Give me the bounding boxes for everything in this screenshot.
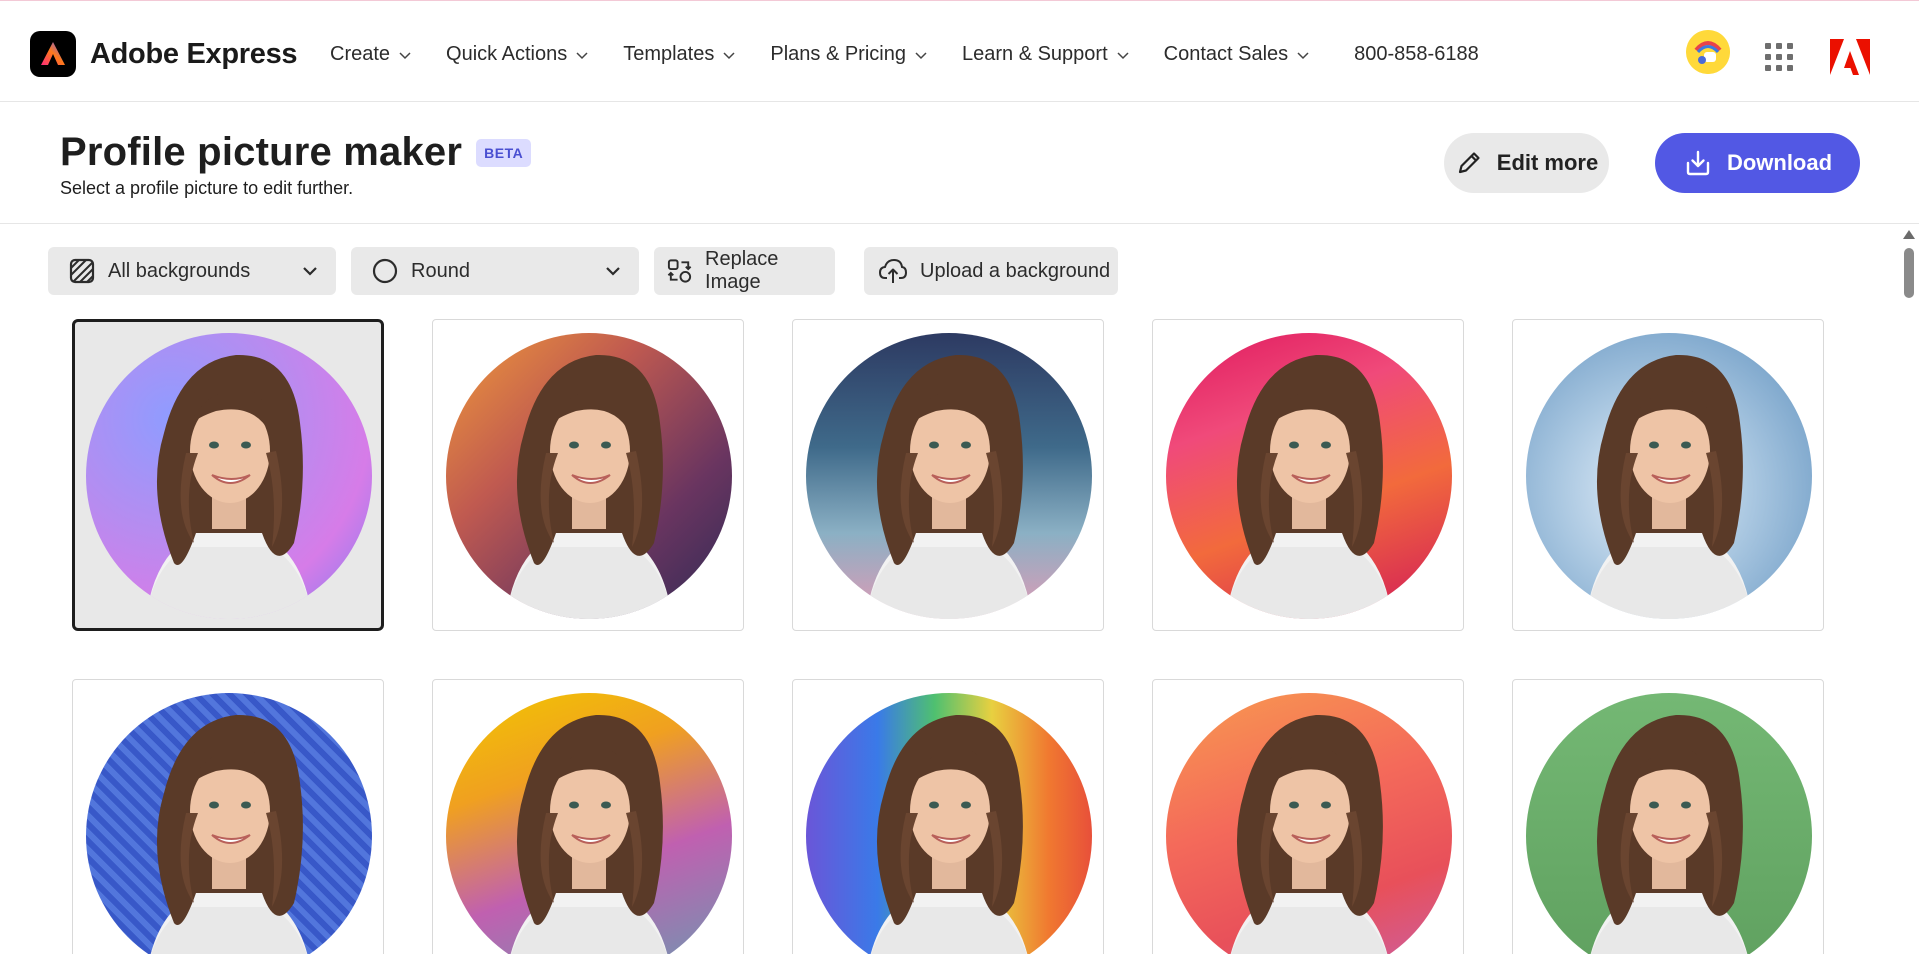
shape-select-value: Round <box>411 260 470 283</box>
profile-portrait <box>446 693 732 954</box>
background-select-value: All backgrounds <box>108 260 250 283</box>
profile-picture-grid <box>72 319 1832 954</box>
nav-item-label: Learn & Support <box>962 43 1108 66</box>
primary-nav: Create Quick Actions Templates Plans & P… <box>330 43 1479 66</box>
adobe-express-logo-icon <box>30 31 76 77</box>
person-portrait-icon <box>1166 333 1452 619</box>
beta-badge: BETA <box>476 139 531 167</box>
avatar-illustration-icon <box>1686 30 1730 74</box>
profile-card-steel-blue-studio[interactable] <box>1512 319 1824 631</box>
scroll-up-arrow-icon[interactable] <box>1903 230 1915 239</box>
profile-portrait <box>1526 693 1812 954</box>
nav-item-label: Plans & Pricing <box>770 43 906 66</box>
app-switcher-icon[interactable] <box>1765 43 1793 71</box>
profile-portrait <box>806 333 1092 619</box>
nav-item-label: Contact Sales <box>1164 43 1289 66</box>
replace-image-label: Replace Image <box>705 248 835 294</box>
profile-portrait <box>1166 693 1452 954</box>
person-portrait-icon <box>1526 333 1812 619</box>
profile-card-peach-coral[interactable] <box>1152 679 1464 954</box>
edit-more-button[interactable]: Edit more <box>1444 133 1609 193</box>
person-portrait-icon <box>806 693 1092 954</box>
chevron-down-icon <box>1296 48 1310 62</box>
chevron-down-icon <box>398 48 412 62</box>
chevron-down-icon <box>1116 48 1130 62</box>
chevron-down-icon <box>302 264 318 278</box>
scroll-thumb[interactable] <box>1904 248 1914 298</box>
profile-portrait <box>86 693 372 954</box>
replace-image-button[interactable]: Replace Image <box>654 247 835 295</box>
person-portrait-icon <box>1166 693 1452 954</box>
brand-name: Adobe Express <box>90 38 297 71</box>
nav-item-quick-actions[interactable]: Quick Actions <box>446 43 589 66</box>
background-select[interactable]: All backgrounds <box>48 247 336 295</box>
circle-shape-icon <box>371 257 399 285</box>
vertical-scrollbar[interactable] <box>1899 228 1919 954</box>
person-portrait-icon <box>806 333 1092 619</box>
shape-select[interactable]: Round <box>351 247 639 295</box>
phone-number-link[interactable]: 800-858-6188 <box>1354 43 1479 66</box>
nav-item-plans-pricing[interactable]: Plans & Pricing <box>770 43 928 66</box>
profile-card-orange-purple-grain[interactable] <box>432 319 744 631</box>
adobe-logo-icon[interactable] <box>1830 39 1870 75</box>
profile-card-navy-pink-grain[interactable] <box>792 319 1104 631</box>
upload-background-button[interactable]: Upload a background <box>864 247 1118 295</box>
pencil-icon <box>1455 149 1483 177</box>
profile-portrait <box>1166 333 1452 619</box>
user-avatar[interactable] <box>1686 30 1730 74</box>
nav-item-label: Create <box>330 43 390 66</box>
cloud-upload-icon <box>878 257 908 285</box>
page-title: Profile picture maker <box>60 130 462 175</box>
chevron-down-icon <box>575 48 589 62</box>
download-label: Download <box>1727 150 1832 176</box>
chevron-down-icon <box>914 48 928 62</box>
upload-background-label: Upload a background <box>920 260 1110 283</box>
nav-item-label: Templates <box>623 43 714 66</box>
person-portrait-icon <box>1526 693 1812 954</box>
profile-portrait <box>86 333 372 619</box>
profile-card-yellow-purple-teal[interactable] <box>432 679 744 954</box>
nav-item-learn-support[interactable]: Learn & Support <box>962 43 1130 66</box>
nav-item-contact-sales[interactable]: Contact Sales <box>1164 43 1311 66</box>
profile-card-rainbow-vertical[interactable] <box>792 679 1104 954</box>
profile-card-green-solid[interactable] <box>1512 679 1824 954</box>
chevron-down-icon <box>722 48 736 62</box>
page-subtitle: Select a profile picture to edit further… <box>60 178 353 199</box>
profile-portrait <box>806 693 1092 954</box>
nav-item-templates[interactable]: Templates <box>623 43 736 66</box>
edit-more-label: Edit more <box>1497 150 1598 176</box>
person-portrait-icon <box>86 693 372 954</box>
profile-card-blue-knit[interactable] <box>72 679 384 954</box>
download-button[interactable]: Download <box>1655 133 1860 193</box>
brand[interactable]: Adobe Express <box>30 31 297 77</box>
title-row: Profile picture maker BETA <box>60 130 531 175</box>
download-icon <box>1683 148 1713 178</box>
profile-portrait <box>446 333 732 619</box>
profile-portrait <box>1526 333 1812 619</box>
background-pattern-icon <box>68 257 96 285</box>
nav-item-create[interactable]: Create <box>330 43 412 66</box>
chevron-down-icon <box>605 264 621 278</box>
person-portrait-icon <box>86 333 372 619</box>
person-portrait-icon <box>446 693 732 954</box>
person-portrait-icon <box>446 333 732 619</box>
replace-image-icon <box>666 257 693 285</box>
profile-card-purple-blue-gradient[interactable] <box>72 319 384 631</box>
global-nav: Adobe Express Create Quick Actions Templ… <box>0 5 1919 102</box>
page-header: Profile picture maker BETA Select a prof… <box>0 102 1919 224</box>
profile-card-magenta-orange-noise[interactable] <box>1152 319 1464 631</box>
nav-item-label: Quick Actions <box>446 43 567 66</box>
